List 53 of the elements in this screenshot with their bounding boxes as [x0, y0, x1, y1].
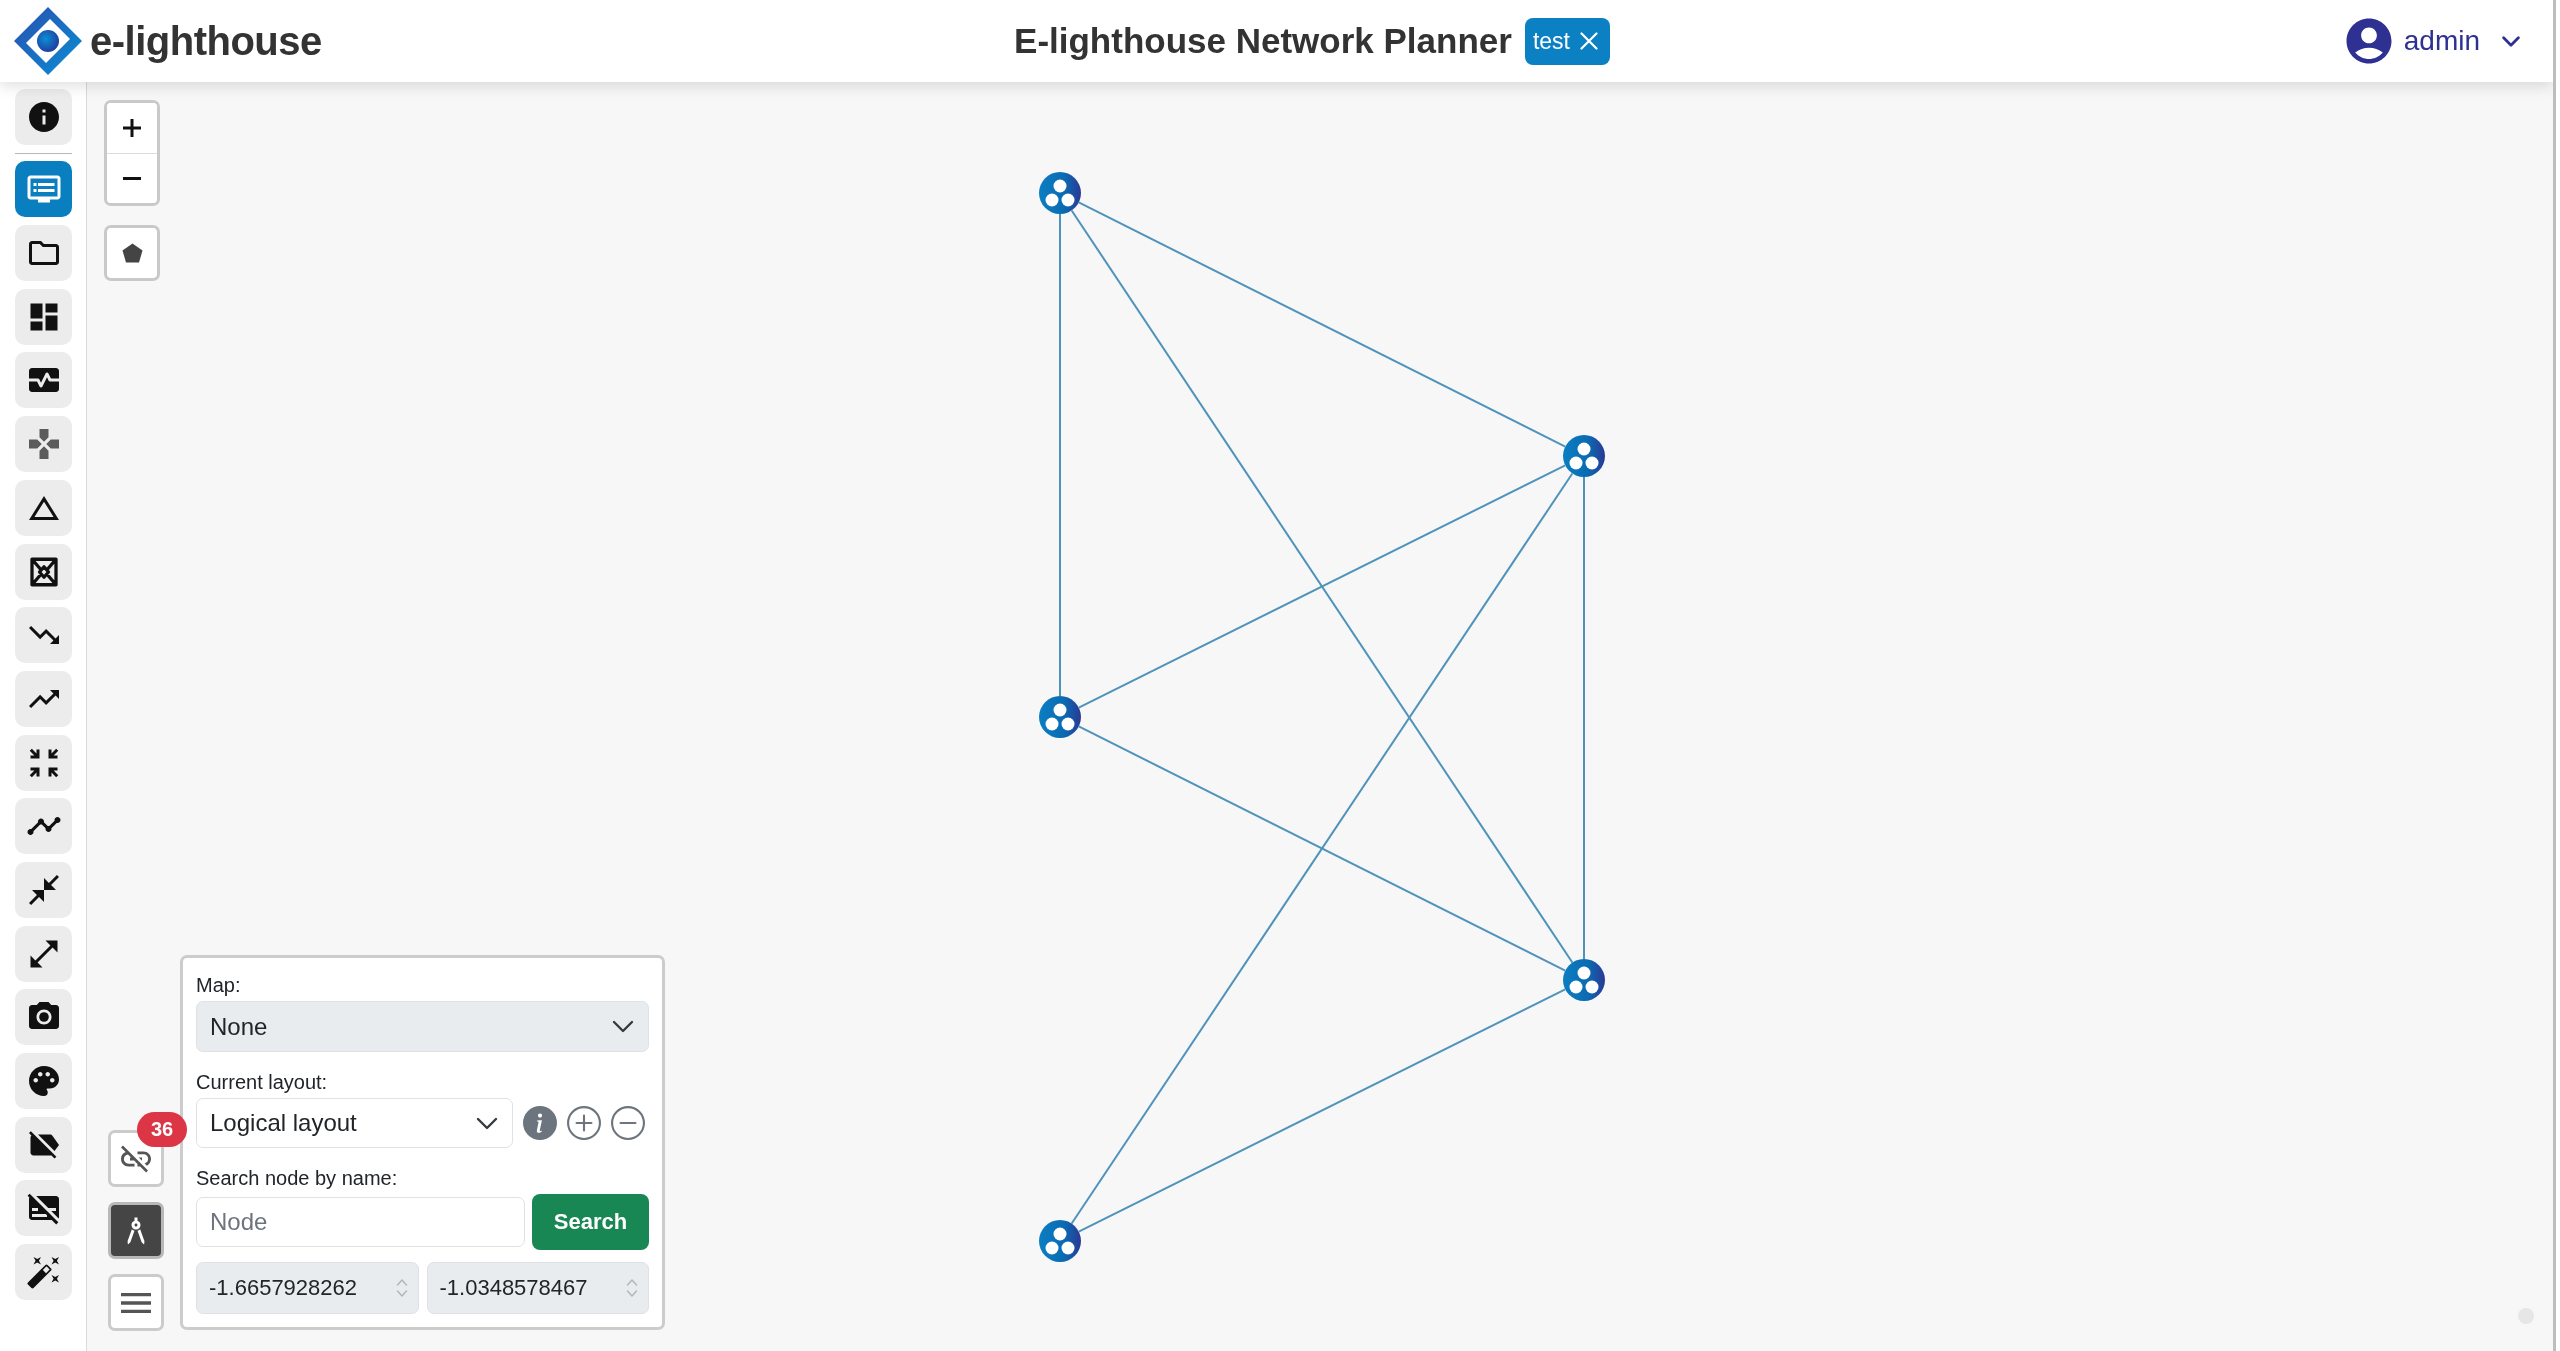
magic-wand-icon	[25, 1254, 62, 1291]
count-badge: 36	[137, 1112, 187, 1147]
node-search-field[interactable]: Node	[196, 1197, 525, 1247]
plus-icon	[123, 119, 141, 137]
search-button[interactable]: Search	[532, 1194, 649, 1250]
network-node-icon	[1563, 959, 1605, 1001]
sidebar-tool-button[interactable]	[15, 543, 72, 600]
sidebar-tool-button[interactable]	[15, 861, 72, 918]
layout-label: Current layout:	[196, 1070, 328, 1094]
sidebar-tool-button[interactable]	[15, 225, 72, 282]
network-node-icon	[1039, 172, 1081, 214]
sidebar-tool-button[interactable]	[15, 89, 72, 145]
sidebar-tool-button[interactable]	[15, 1116, 72, 1173]
tag-label: test	[1532, 27, 1570, 55]
chevron-down-icon	[2502, 35, 2520, 47]
brand-name: e-lighthouse	[90, 18, 322, 64]
chevron-down-icon	[476, 1116, 498, 1130]
sidebar-tool-button[interactable]	[15, 607, 72, 664]
sidebar-tool-button[interactable]	[15, 989, 72, 1046]
info-icon	[523, 1106, 557, 1140]
minus-icon	[123, 177, 141, 180]
chevron-down-icon	[612, 1020, 634, 1033]
sidebar-tool-button[interactable]	[15, 925, 72, 982]
logo-icon	[14, 7, 82, 75]
network-node-icon	[1563, 435, 1605, 477]
spinner-icon	[395, 1277, 408, 1299]
zoom-out-button[interactable]	[107, 153, 157, 203]
sidebar-tool-button[interactable]	[15, 670, 72, 727]
menu-button[interactable]	[108, 1274, 164, 1331]
app-title: E-lighthouse Network Planner	[1014, 21, 1512, 61]
sidebar-tool-button[interactable]	[15, 734, 72, 791]
sidebar-tool-button[interactable]	[15, 352, 72, 409]
map-label: Map:	[196, 973, 241, 997]
add-layout-button[interactable]	[567, 1106, 601, 1140]
layout-info-button[interactable]	[523, 1106, 557, 1140]
pentagon-icon	[121, 243, 143, 263]
sidebar-tool-button[interactable]	[15, 1244, 72, 1301]
user-menu-button[interactable]: admin	[2345, 18, 2520, 64]
sidebar-tool-button[interactable]	[15, 1053, 72, 1109]
remove-tag-button[interactable]	[1579, 32, 1598, 50]
close-icon	[1579, 32, 1598, 50]
sidebar-tool-button[interactable]	[15, 479, 72, 536]
sidebar-tool-button[interactable]	[15, 798, 72, 855]
spinner-icon	[626, 1277, 638, 1299]
network-node-icon	[1039, 1220, 1081, 1262]
sidebar-tool-button[interactable]	[15, 288, 72, 345]
remove-layout-button[interactable]	[611, 1106, 645, 1140]
network-node-icon	[1039, 696, 1081, 738]
sidebar-tool-button[interactable]	[15, 1180, 72, 1237]
draw-polygon-button[interactable]	[104, 225, 160, 281]
layout-select[interactable]: Logical layout	[196, 1098, 513, 1148]
search-label: Search node by name:	[196, 1166, 398, 1190]
compass-button[interactable]	[108, 1202, 164, 1259]
